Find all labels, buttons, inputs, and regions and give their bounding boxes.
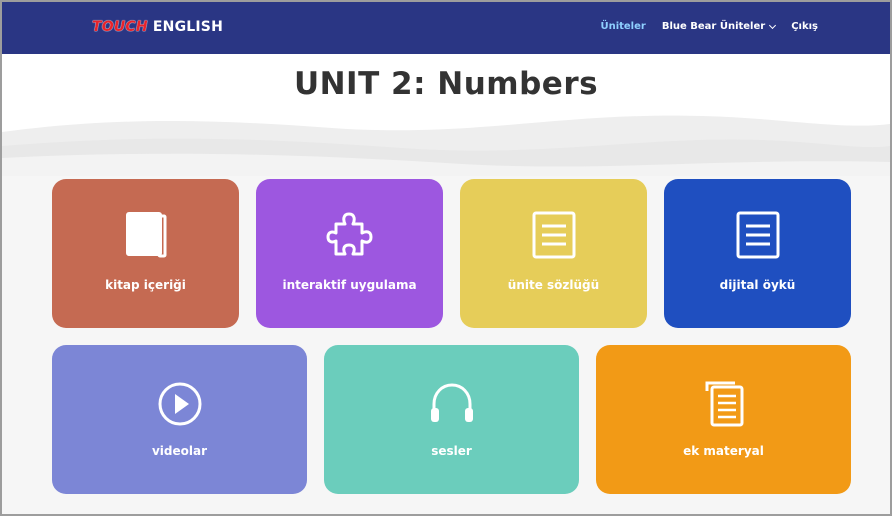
nav-item-cikis[interactable]: Çıkış (791, 21, 818, 32)
nav-item-uniteler-label: Üniteler (600, 21, 646, 32)
puzzle-icon (326, 212, 372, 256)
card-label: ek materyal (683, 444, 764, 458)
document-icon (532, 211, 575, 259)
page-title: UNIT 2: Numbers (293, 66, 599, 102)
card-interaktif-uygulama[interactable]: interaktif uygulama (256, 179, 443, 328)
browser-viewport: TOUCH ENGLISH Üniteler Blue Bear Ünitele… (2, 2, 890, 514)
logo-english-text: ENGLISH (152, 19, 223, 35)
card-label: dijital öykü (719, 278, 796, 292)
main-nav: Üniteler Blue Bear Üniteler Çıkış (600, 21, 818, 32)
book-icon (125, 212, 166, 258)
top-navbar: TOUCH ENGLISH Üniteler Blue Bear Ünitele… (2, 2, 890, 54)
play-icon (158, 382, 201, 426)
card-label: sesler (431, 444, 472, 458)
card-dijital-oyku[interactable]: dijital öykü (664, 179, 851, 328)
nav-item-uniteler[interactable]: Üniteler (600, 21, 645, 32)
nav-item-blue-bear-label: Blue Bear Üniteler (661, 21, 766, 32)
touch-english-logo[interactable]: TOUCH ENGLISH (92, 19, 223, 35)
page-hero: UNIT 2: Numbers (2, 54, 890, 176)
card-kitap-icerigi[interactable]: kitap içeriği (52, 179, 239, 328)
nav-item-blue-bear-uniteler[interactable]: Blue Bear Üniteler (661, 21, 777, 32)
card-ek-materyal[interactable]: ek materyal (596, 345, 851, 494)
document-icon (736, 211, 779, 259)
card-unite-sozlugu[interactable]: ünite sözlüğü (460, 179, 647, 328)
chevron-down-icon (769, 21, 777, 29)
logo-touch-text: TOUCH (92, 19, 148, 35)
nav-item-cikis-label: Çıkış (791, 21, 818, 32)
card-videolar[interactable]: videolar (52, 345, 307, 494)
card-label: ünite sözlüğü (507, 278, 600, 292)
headphones-icon (430, 383, 473, 422)
copy-documents-icon (705, 381, 743, 427)
card-label: kitap içeriği (105, 278, 186, 292)
card-sesler[interactable]: sesler (324, 345, 579, 494)
card-label: videolar (151, 444, 208, 458)
card-label: interaktif uygulama (282, 278, 417, 292)
